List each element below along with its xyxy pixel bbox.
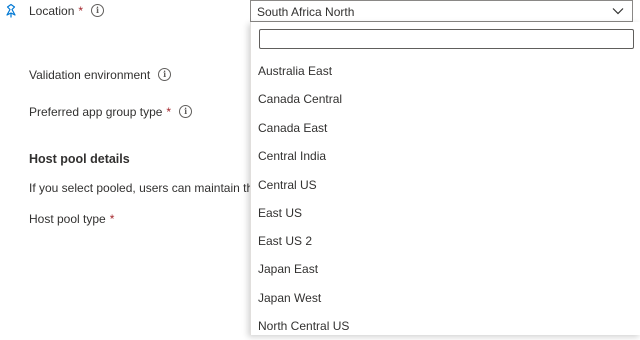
location-option[interactable]: Japan East xyxy=(251,255,640,283)
location-option[interactable]: Canada Central xyxy=(251,85,640,113)
required-marker: * xyxy=(166,105,172,119)
location-select[interactable]: South Africa North xyxy=(250,0,633,22)
location-dropdown: Australia East Canada Central Canada Eas… xyxy=(250,22,640,335)
location-select-value: South Africa North xyxy=(257,5,355,19)
host-pool-type-label: Host pool type xyxy=(29,212,106,226)
host-pool-type-label-row: Host pool type * xyxy=(29,211,114,227)
location-option[interactable]: East US xyxy=(251,199,640,227)
location-label: Location xyxy=(29,4,75,18)
location-option[interactable]: Australia East xyxy=(251,57,640,85)
chevron-down-icon xyxy=(612,8,624,15)
info-icon[interactable]: i xyxy=(179,105,193,119)
location-option[interactable]: Japan West xyxy=(251,284,640,312)
location-filter-input[interactable] xyxy=(259,29,634,49)
location-label-row: Location * i xyxy=(29,3,105,19)
location-option[interactable]: Canada East xyxy=(251,114,640,142)
location-option[interactable]: Central India xyxy=(251,142,640,170)
validation-environment-label: Validation environment xyxy=(29,68,151,82)
host-pool-details-description: If you select pooled, users can maintain… xyxy=(29,181,263,195)
required-marker: * xyxy=(109,212,115,226)
info-icon[interactable]: i xyxy=(158,68,172,82)
required-marker: * xyxy=(78,4,84,18)
location-option[interactable]: North Central US xyxy=(251,312,640,340)
location-option[interactable]: Central US xyxy=(251,171,640,199)
host-pool-details-title: Host pool details xyxy=(29,152,130,166)
info-icon[interactable]: i xyxy=(91,4,105,18)
app-group-type-label-row: Preferred app group type * i xyxy=(29,104,193,120)
app-group-type-label: Preferred app group type xyxy=(29,105,163,119)
validation-environment-label-row: Validation environment i xyxy=(29,67,172,83)
location-option[interactable]: East US 2 xyxy=(251,227,640,255)
pin-icon xyxy=(6,3,16,18)
